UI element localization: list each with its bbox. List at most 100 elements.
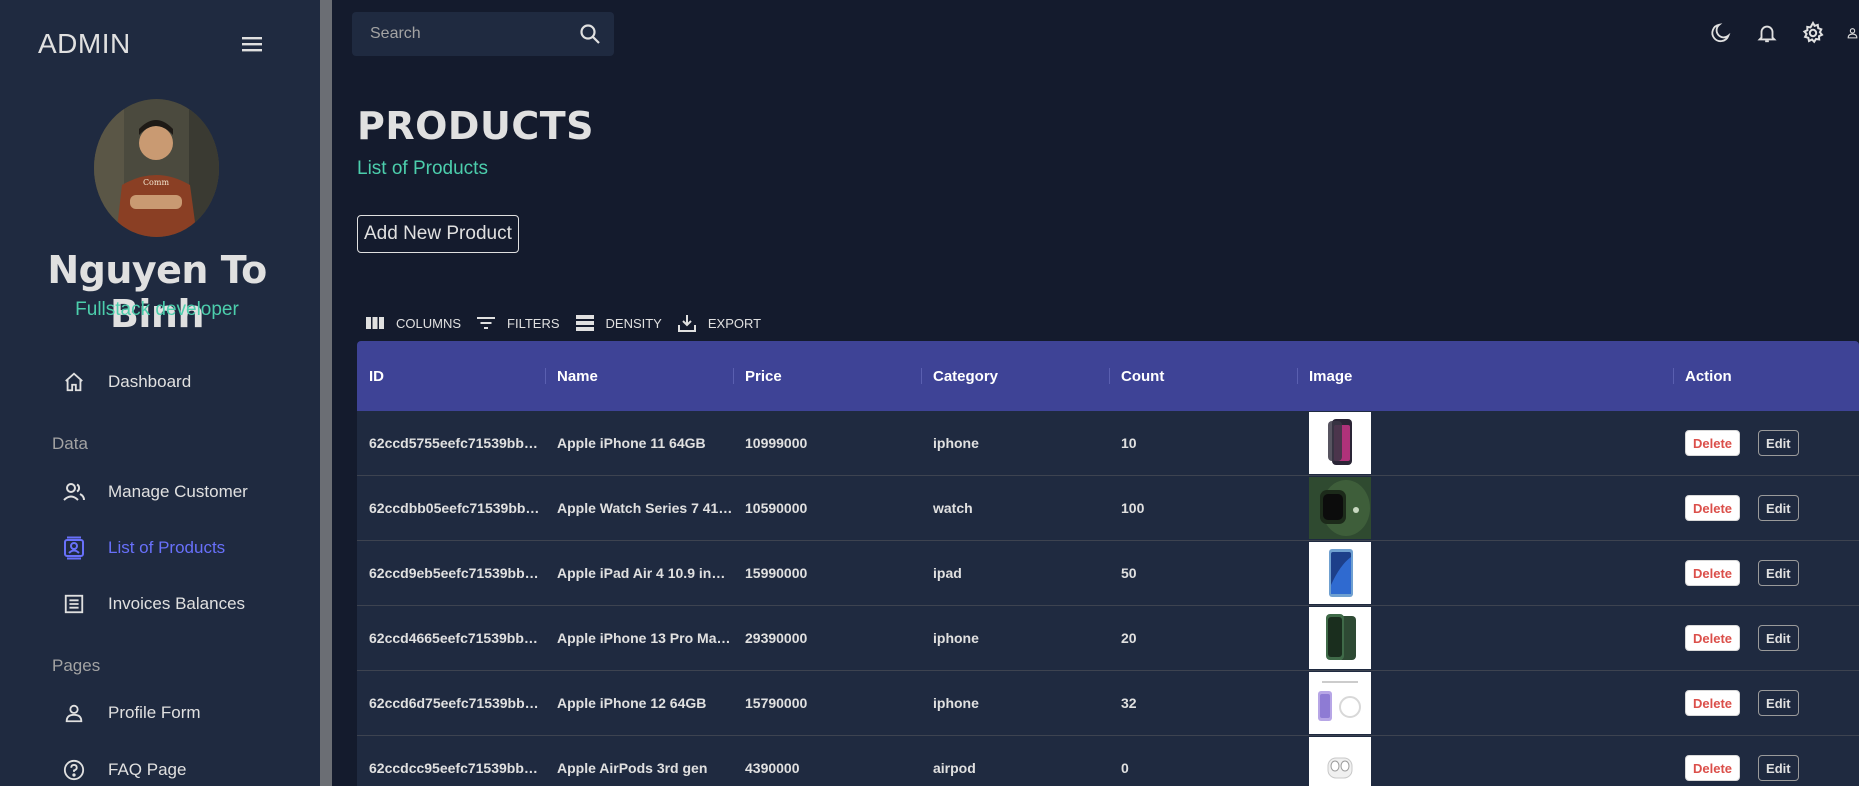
cell-category: watch [933,500,973,516]
edit-button[interactable]: Edit [1758,560,1799,586]
download-icon [676,312,698,334]
sidebar-item-label: Dashboard [108,372,192,391]
bell-icon[interactable] [1754,20,1780,46]
cell-image [1297,671,1673,735]
table-row[interactable]: 62ccdcc95eefc71539bb… Apple AirPods 3rd … [357,736,1859,786]
column-header-name[interactable]: Name [545,341,733,411]
table-row[interactable]: 62ccd4665eefc71539bb… Apple iPhone 13 Pr… [357,606,1859,671]
search-icon[interactable] [578,22,602,46]
iphone-12-image [1309,672,1371,734]
person-icon[interactable] [1846,20,1859,46]
grid-toolbar: COLUMNS FILTERS DENSITY EXPORT [364,312,775,334]
page-title: PRODUCTS [357,104,594,148]
sidebar-scrollbar[interactable] [320,0,332,786]
cell-name: Apple iPhone 13 Pro Ma… [557,630,731,646]
table-row[interactable]: 62ccdbb05eefc71539bb… Apple Watch Series… [357,476,1859,541]
sidebar-item-dashboard[interactable]: Dashboard [60,364,191,400]
section-label-pages: Pages [52,656,101,675]
delete-button[interactable]: Delete [1685,690,1741,716]
cell-image [1297,541,1673,605]
person-icon [60,699,88,727]
brand-title: ADMIN [38,28,131,59]
section-label-data: Data [52,434,88,453]
ipad-image [1309,542,1371,604]
cell-id: 62ccdbb05eefc71539bb… [369,500,540,516]
delete-button[interactable]: Delete [1685,560,1741,586]
column-header-image[interactable]: Image [1297,341,1673,411]
cell-image [1297,606,1673,670]
cell-name: Apple iPhone 12 64GB [557,695,707,711]
edit-button[interactable]: Edit [1758,430,1799,456]
sidebar: ADMIN Comm Nguyen To Binh Fullstack deve… [0,0,320,786]
cell-action: Delete Edit [1673,625,1859,651]
cell-count: 20 [1121,630,1137,646]
iphone-13-image [1309,607,1371,669]
cell-image [1297,411,1673,475]
page-subtitle: List of Products [357,158,488,179]
density-button[interactable]: DENSITY [574,312,662,334]
sidebar-item-invoices-balances[interactable]: Invoices Balances [60,586,245,622]
sidebar-item-label: Invoices Balances [108,594,246,613]
svg-text:Comm: Comm [143,178,170,187]
delete-button[interactable]: Delete [1685,495,1741,521]
watch-image [1309,477,1371,539]
cell-price: 15790000 [745,695,808,711]
column-header-count[interactable]: Count [1109,341,1297,411]
sidebar-item-manage-customer[interactable]: Manage Customer [60,474,248,510]
cell-price: 29390000 [745,630,808,646]
add-new-product-button[interactable]: Add New Product [357,215,519,253]
export-label: EXPORT [707,315,762,331]
cell-image [1297,736,1673,786]
edit-button[interactable]: Edit [1758,625,1799,651]
table-row[interactable]: 62ccd9eb5eefc71539bb… Apple iPad Air 4 1… [357,541,1859,606]
edit-button[interactable]: Edit [1758,495,1799,521]
sidebar-item-faq-page[interactable]: FAQ Page [60,752,186,786]
table-header: ID Name Price Category Count Image Actio… [357,341,1859,411]
people-icon [60,478,88,506]
delete-button[interactable]: Delete [1685,755,1741,781]
iphone-11-image [1309,412,1371,474]
cell-action: Delete Edit [1673,690,1859,716]
cell-count: 100 [1121,500,1145,516]
cell-count: 32 [1121,695,1137,711]
export-button[interactable]: EXPORT [676,312,761,334]
edit-button[interactable]: Edit [1758,690,1799,716]
cell-action: Delete Edit [1673,755,1859,781]
delete-button[interactable]: Delete [1685,625,1741,651]
table-row[interactable]: 62ccd5755eefc71539bb… Apple iPhone 11 64… [357,411,1859,476]
cell-action: Delete Edit [1673,495,1859,521]
receipt-icon [60,590,88,618]
cell-count: 50 [1121,565,1137,581]
cell-id: 62ccd5755eefc71539bb… [369,435,538,451]
density-icon [574,312,596,334]
cell-image [1297,476,1673,540]
help-icon [60,756,88,784]
avatar: Comm [94,99,219,237]
cell-name: Apple iPhone 11 64GB [557,435,706,451]
search-input[interactable] [370,12,560,56]
delete-button[interactable]: Delete [1685,430,1741,456]
sidebar-item-label: Profile Form [108,703,201,722]
sidebar-item-list-of-products[interactable]: List of Products [60,530,225,566]
moon-icon[interactable] [1708,20,1734,46]
cell-id: 62ccd6d75eefc71539bb… [369,695,539,711]
edit-button[interactable]: Edit [1758,755,1799,781]
column-header-price[interactable]: Price [733,341,921,411]
home-icon [60,368,88,396]
cell-id: 62ccd9eb5eefc71539bb… [369,565,539,581]
column-header-action[interactable]: Action [1673,341,1859,411]
table-row[interactable]: 62ccd6d75eefc71539bb… Apple iPhone 12 64… [357,671,1859,736]
cell-price: 10999000 [745,435,808,451]
gear-icon[interactable] [1800,20,1826,46]
airpods-image [1309,737,1371,786]
sidebar-item-profile-form[interactable]: Profile Form [60,695,201,731]
filters-button[interactable]: FILTERS [475,312,560,334]
column-header-category[interactable]: Category [921,341,1109,411]
column-header-id[interactable]: ID [357,341,545,411]
sidebar-item-label: FAQ Page [108,760,187,779]
cell-price: 4390000 [745,760,800,776]
contacts-icon [60,534,88,562]
columns-button[interactable]: COLUMNS [364,312,461,334]
cell-count: 10 [1121,435,1137,451]
menu-icon[interactable] [240,34,264,54]
